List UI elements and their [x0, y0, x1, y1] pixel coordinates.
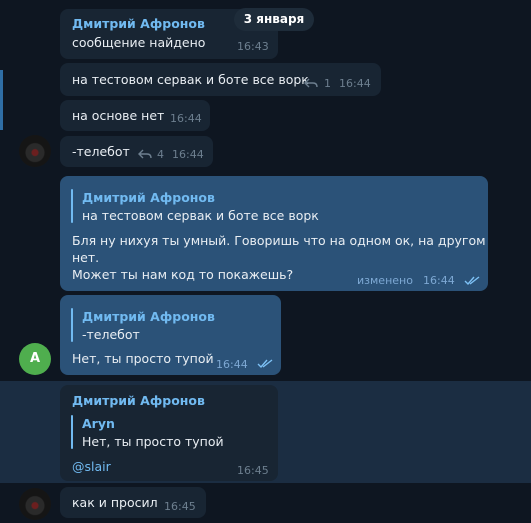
quote-sender[interactable]: Aryn	[82, 416, 115, 431]
message-time: 16:44	[423, 274, 455, 287]
reply-icon	[304, 78, 318, 88]
sender-name[interactable]: Дмитрий Афронов	[72, 393, 205, 408]
message-text-line: нет.	[72, 250, 100, 265]
quote-text[interactable]: на тестовом сервак и боте все ворк	[82, 208, 319, 223]
reply-icon	[138, 149, 152, 159]
message-time: 16:44	[172, 148, 204, 161]
date-badge-label: 3 января	[243, 12, 305, 26]
quote-text[interactable]: Нет, ты просто тупой	[82, 434, 224, 449]
reply-quote-bar	[71, 308, 73, 342]
user-mention-link[interactable]: @slair	[72, 459, 111, 474]
read-checkmarks-icon	[464, 276, 480, 286]
avatar[interactable]: A	[19, 343, 51, 375]
replies-count[interactable]: 1	[324, 77, 331, 90]
quote-text[interactable]: -телебот	[82, 327, 140, 342]
message-bubble-4[interactable]: -телебот 4 16:44	[60, 136, 213, 167]
message-text: как и просил	[72, 495, 158, 510]
edited-label: изменено	[357, 274, 413, 287]
message-time: 16:45	[237, 464, 269, 477]
message-bubble-5[interactable]: Дмитрий Афронов на тестовом сервак и бот…	[60, 176, 488, 291]
message-time: 16:45	[164, 500, 196, 513]
message-bubble-3[interactable]: на основе нет 16:44	[60, 100, 210, 131]
read-checkmarks-icon	[257, 359, 273, 369]
message-bubble-6[interactable]: Дмитрий Афронов -телебот Нет, ты просто …	[60, 295, 281, 375]
message-time: 16:44	[339, 77, 371, 90]
quote-sender[interactable]: Дмитрий Афронов	[82, 309, 215, 324]
message-time: 16:44	[170, 112, 202, 125]
scroll-indicator[interactable]	[0, 70, 3, 130]
quote-sender[interactable]: Дмитрий Афронов	[82, 190, 215, 205]
message-time: 16:43	[237, 40, 269, 53]
reply-quote-bar	[71, 189, 73, 223]
message-text-line: Может ты нам код то покажешь?	[72, 267, 294, 282]
message-text: -телебот	[72, 144, 130, 159]
message-text: на тестовом сервак и боте все ворк	[72, 72, 309, 87]
sender-name[interactable]: Дмитрий Афронов	[72, 16, 205, 31]
message-text-line: Бля ну нихуя ты умный. Говоришь что на о…	[72, 233, 486, 248]
reply-quote-bar	[71, 415, 73, 449]
replies-count[interactable]: 4	[157, 148, 164, 161]
message-bubble-7[interactable]: Дмитрий Афронов Aryn Нет, ты просто тупо…	[60, 385, 278, 481]
avatar[interactable]	[19, 488, 51, 520]
message-text: сообщение найдено	[72, 35, 206, 50]
message-bubble-8[interactable]: как и просил 16:45	[60, 487, 206, 518]
message-time: 16:44	[216, 358, 248, 371]
message-bubble-2[interactable]: на тестовом сервак и боте все ворк 1 16:…	[60, 63, 381, 96]
message-text: на основе нет	[72, 108, 165, 123]
message-text: Нет, ты просто тупой	[72, 351, 214, 366]
avatar[interactable]	[19, 135, 51, 167]
